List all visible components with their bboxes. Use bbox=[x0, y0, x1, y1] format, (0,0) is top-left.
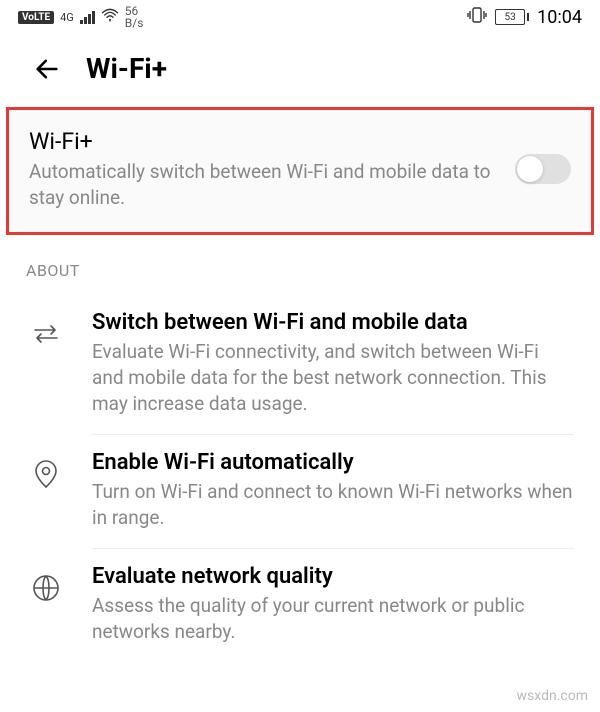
clock: 10:04 bbox=[537, 7, 582, 28]
wifi-plus-description: Automatically switch between Wi-Fi and m… bbox=[29, 159, 495, 210]
wifi-plus-text: Wi-Fi+ Automatically switch between Wi-F… bbox=[29, 128, 515, 210]
toggle-knob bbox=[517, 156, 543, 182]
status-right: 53 10:04 bbox=[467, 7, 582, 28]
back-button[interactable] bbox=[32, 54, 62, 84]
about-item-title: Evaluate network quality bbox=[92, 564, 574, 589]
about-section-header: ABOUT bbox=[0, 235, 600, 294]
wifi-plus-toggle-card[interactable]: Wi-Fi+ Automatically switch between Wi-F… bbox=[6, 107, 594, 235]
network-type: 4G bbox=[60, 12, 74, 23]
status-left: VoLTE 4G 56 B/s bbox=[18, 5, 143, 29]
speed-unit: B/s bbox=[125, 17, 144, 29]
wifi-plus-toggle[interactable] bbox=[515, 154, 571, 184]
battery-icon: 53 bbox=[495, 9, 529, 25]
about-item-evaluate: Evaluate network quality Assess the qual… bbox=[0, 548, 600, 662]
volte-badge: VoLTE bbox=[18, 11, 54, 24]
page-title: Wi-Fi+ bbox=[86, 52, 167, 85]
about-item-switch: Switch between Wi-Fi and mobile data Eva… bbox=[0, 294, 600, 434]
wifi-plus-title: Wi-Fi+ bbox=[29, 128, 495, 155]
page-header: Wi-Fi+ bbox=[0, 34, 600, 107]
vibrate-icon bbox=[467, 7, 487, 27]
globe-icon bbox=[26, 568, 66, 608]
swap-icon bbox=[26, 314, 66, 354]
signal-bars-icon bbox=[80, 11, 95, 24]
status-bar: VoLTE 4G 56 B/s 53 10:04 bbox=[0, 0, 600, 34]
about-item-title: Switch between Wi-Fi and mobile data bbox=[92, 310, 574, 335]
location-icon bbox=[26, 454, 66, 494]
about-item-enable: Enable Wi-Fi automatically Turn on Wi-Fi… bbox=[0, 434, 600, 548]
about-item-description: Turn on Wi-Fi and connect to known Wi-Fi… bbox=[92, 479, 574, 530]
battery-percent: 53 bbox=[505, 12, 516, 23]
about-item-description: Assess the quality of your current netwo… bbox=[92, 593, 574, 644]
back-arrow-icon bbox=[33, 55, 61, 83]
watermark: wsxdn.com bbox=[517, 688, 588, 704]
data-speed: 56 B/s bbox=[125, 5, 144, 29]
wifi-icon bbox=[101, 8, 119, 26]
about-item-title: Enable Wi-Fi automatically bbox=[92, 450, 574, 475]
about-item-description: Evaluate Wi-Fi connectivity, and switch … bbox=[92, 339, 574, 416]
